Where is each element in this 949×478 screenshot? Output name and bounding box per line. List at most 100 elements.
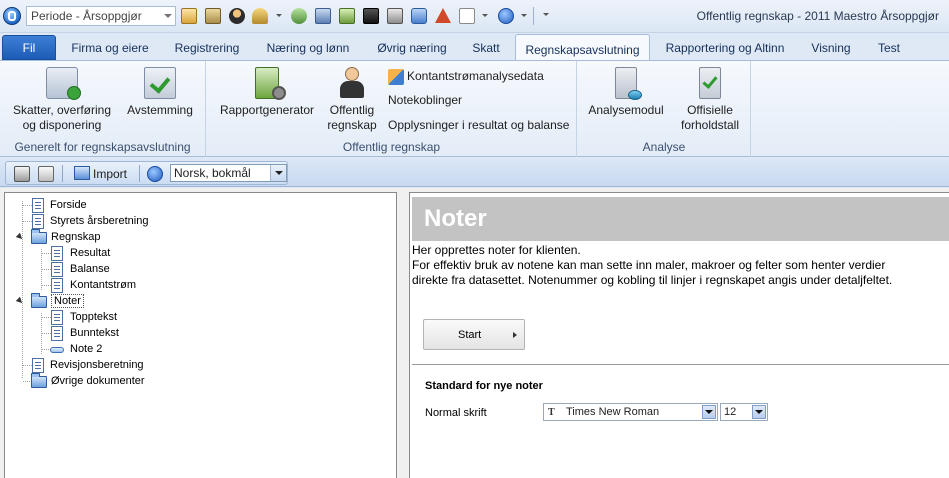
report-icon[interactable]	[363, 8, 379, 24]
language-select[interactable]: Norsk, bokmål	[170, 164, 287, 182]
rapportgenerator-label: Rapportgenerator	[219, 103, 315, 117]
font-size-select[interactable]: 12	[720, 403, 768, 421]
offentlig-regnskap-label-2: regnskap	[327, 118, 377, 132]
tab-registrering[interactable]: Registrering	[163, 33, 251, 60]
help-icon[interactable]	[498, 8, 514, 24]
description-line: Her opprettes noter for klienten.	[412, 243, 581, 257]
avstemming-button[interactable]: Avstemming	[122, 65, 198, 118]
rapportgenerator-button[interactable]: Rapportgenerator	[215, 65, 319, 118]
print-preview-icon[interactable]	[38, 166, 54, 182]
panel-splitter[interactable]	[397, 188, 409, 478]
folder-icon	[31, 293, 47, 308]
cashflow-icon	[388, 69, 404, 85]
title-bar: Periode - Årsoppgjør Offentlig regnskap …	[0, 0, 949, 33]
tree-guide	[42, 269, 51, 270]
truetype-font-icon: T	[548, 407, 555, 418]
font-family-select[interactable]: T Times New Roman	[543, 403, 718, 421]
document-icon	[32, 358, 44, 373]
offisielle-forholdstall-button[interactable]: Offisielle forholdstall	[674, 65, 746, 133]
app-logo-icon[interactable]	[3, 7, 21, 25]
folder-icon	[31, 229, 47, 244]
warning-icon[interactable]	[435, 8, 451, 23]
tree-item-label: Resultat	[70, 247, 111, 259]
analysis-module-icon	[615, 67, 642, 100]
skatter-overforing-button[interactable]: Skatter, overføring og disponering	[8, 65, 116, 133]
import-button[interactable]: Import	[74, 166, 127, 181]
tools-icon[interactable]	[291, 8, 307, 24]
calendar-icon[interactable]	[181, 8, 197, 24]
start-button-label: Start	[458, 329, 482, 341]
ratios-icon	[699, 67, 721, 99]
tree-guide	[42, 317, 51, 318]
group-label-offentlig-regnskap: Offentlig regnskap	[342, 140, 441, 154]
detail-header: Noter	[412, 197, 949, 241]
import-icon	[74, 166, 90, 180]
help-icon[interactable]	[147, 166, 163, 182]
chevron-down-icon[interactable]	[521, 14, 527, 17]
money-icon[interactable]	[205, 8, 221, 24]
document-icon	[51, 262, 63, 277]
tab-firma-og-eiere[interactable]: Firma og eiere	[62, 33, 158, 60]
calculator-icon[interactable]	[339, 8, 355, 24]
kontantstromanalysedata-button[interactable]: Kontantstrømanalysedata	[388, 69, 544, 87]
customize-quick-access-icon[interactable]	[543, 13, 549, 16]
print-icon[interactable]	[14, 166, 30, 182]
tree-item-label: Topptekst	[70, 311, 118, 323]
chevron-down-icon	[164, 14, 172, 18]
chevron-down-icon[interactable]	[270, 165, 286, 181]
document-icon	[51, 278, 63, 293]
transfer-icon[interactable]	[411, 8, 427, 24]
tree-item-label: Forside	[50, 199, 87, 211]
chevron-right-icon	[513, 332, 517, 338]
tree-guide	[42, 285, 51, 286]
page-title: Noter	[424, 205, 487, 232]
offentlig-regnskap-button[interactable]: Offentlig regnskap	[323, 65, 381, 133]
tab-regnskapsavslutning[interactable]: Regnskapsavslutning	[515, 34, 650, 61]
detail-panel: Noter Her opprettes noter for klienten. …	[409, 192, 949, 478]
language-select-value: Norsk, bokmål	[174, 166, 251, 180]
document-tree: Forside Styrets årsberetning Regnskap Re…	[4, 192, 397, 478]
section-heading: Standard for nye noter	[425, 380, 543, 392]
document-icon	[51, 310, 63, 325]
chevron-down-icon[interactable]	[276, 14, 282, 17]
tab-visning[interactable]: Visning	[801, 33, 861, 60]
tree-item-label: Noter	[51, 294, 84, 308]
document-icon	[51, 326, 63, 341]
notekoblinger-button[interactable]: Notekoblinger	[388, 93, 462, 111]
toolbar-strip: Import Norsk, bokmål	[5, 161, 288, 185]
scale-icon[interactable]	[252, 8, 268, 24]
tab-test[interactable]: Test	[866, 33, 912, 60]
tree-item-label: Øvrige dokumenter	[51, 375, 145, 387]
kontantstromanalysedata-label: Kontantstrømanalysedata	[407, 69, 544, 84]
chevron-down-icon[interactable]	[752, 405, 766, 419]
offisielle-forholdstall-label-1: Offisielle	[687, 103, 733, 117]
opplysninger-button[interactable]: Opplysninger i resultat og balanse	[388, 118, 569, 136]
skatter-overforing-label-1: Skatter, overføring	[12, 103, 112, 117]
toolbar-separator	[533, 7, 534, 25]
period-select[interactable]: Periode - Årsoppgjør	[26, 6, 176, 26]
print-icon[interactable]	[387, 8, 403, 24]
tab-ovrig-naering[interactable]: Øvrig næring	[366, 33, 458, 60]
tab-naering-og-lonn[interactable]: Næring og lønn	[256, 33, 360, 60]
group-label-generelt: Generelt for regnskapsavslutning	[14, 140, 191, 154]
export-icon[interactable]	[315, 8, 331, 24]
ribbon-group-offentlig-regnskap: Rapportgenerator Offentlig regnskap Kont…	[207, 61, 577, 157]
tree-guide	[42, 333, 51, 334]
tab-rapportering-og-altinn[interactable]: Rapportering og Altinn	[656, 33, 794, 60]
chevron-down-icon[interactable]	[702, 405, 716, 419]
analysemodul-label: Analysemodul	[588, 103, 664, 117]
tab-skatt[interactable]: Skatt	[462, 33, 510, 60]
analysemodul-button[interactable]: Analysemodul	[584, 65, 668, 118]
start-button[interactable]: Start	[423, 319, 525, 350]
tab-file[interactable]: Fil	[2, 35, 56, 60]
toolbar-separator	[139, 165, 140, 182]
offisielle-forholdstall-label-2: forholdstall	[680, 118, 740, 132]
ribbon-tabs: Fil Firma og eiere Registrering Næring o…	[0, 33, 949, 61]
new-document-icon[interactable]	[459, 8, 475, 24]
chevron-down-icon[interactable]	[482, 14, 488, 17]
person-icon[interactable]	[229, 8, 245, 24]
ribbon: Skatter, overføring og disponering Avste…	[0, 60, 949, 157]
period-select-value: Periode - Årsoppgjør	[31, 9, 142, 23]
ribbon-group-generelt: Skatter, overføring og disponering Avste…	[0, 61, 206, 157]
folder-icon	[31, 373, 47, 388]
